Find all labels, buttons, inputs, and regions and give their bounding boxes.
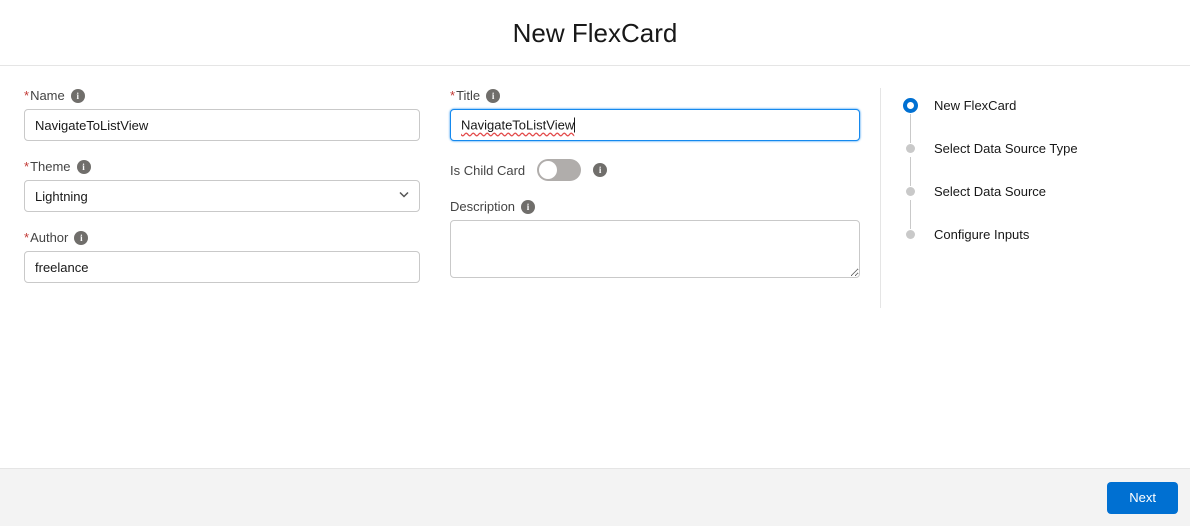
wizard-stepper: New FlexCard Select Data Source Type Sel…	[880, 88, 1078, 308]
is-child-card-label: Is Child Card	[450, 163, 525, 178]
title-input[interactable]	[450, 109, 860, 141]
required-asterisk: *	[450, 88, 455, 103]
step-marker-active	[903, 98, 918, 113]
description-field-group: Description i	[450, 199, 860, 281]
step-configure-inputs[interactable]: Configure Inputs	[903, 227, 1078, 242]
toggle-knob	[539, 161, 557, 179]
name-input[interactable]	[24, 109, 420, 141]
step-marker-inactive	[906, 144, 915, 153]
title-field-group: *Title i NavigateToListView	[450, 88, 860, 141]
right-column: *Title i NavigateToListView Is Child Car…	[440, 88, 880, 308]
step-new-flexcard[interactable]: New FlexCard	[903, 98, 1078, 141]
info-icon[interactable]: i	[77, 160, 91, 174]
title-label: *Title i	[450, 88, 860, 103]
author-input[interactable]	[24, 251, 420, 283]
info-icon[interactable]: i	[486, 89, 500, 103]
name-label-text: Name	[30, 88, 65, 103]
info-icon[interactable]: i	[521, 200, 535, 214]
modal-header: New FlexCard	[0, 0, 1190, 65]
title-input-wrap: NavigateToListView	[450, 109, 860, 141]
left-column: *Name i *Theme i Lightning *Author i	[0, 88, 440, 308]
next-button[interactable]: Next	[1107, 482, 1178, 514]
name-field-group: *Name i	[24, 88, 420, 141]
name-label: *Name i	[24, 88, 420, 103]
description-label: Description i	[450, 199, 860, 214]
step-connector	[910, 114, 911, 143]
stepper-list: New FlexCard Select Data Source Type Sel…	[903, 98, 1078, 242]
required-asterisk: *	[24, 159, 29, 174]
step-marker-inactive	[906, 187, 915, 196]
theme-label: *Theme i	[24, 159, 420, 174]
info-icon[interactable]: i	[74, 231, 88, 245]
is-child-card-field: Is Child Card i	[450, 159, 860, 181]
step-label: New FlexCard	[934, 98, 1016, 113]
theme-field-group: *Theme i Lightning	[24, 159, 420, 212]
author-field-group: *Author i	[24, 230, 420, 283]
step-connector	[910, 157, 911, 186]
modal-footer: Next	[0, 468, 1190, 526]
step-select-data-source[interactable]: Select Data Source	[903, 184, 1078, 227]
page-title: New FlexCard	[0, 18, 1190, 49]
step-select-data-source-type[interactable]: Select Data Source Type	[903, 141, 1078, 184]
step-label: Select Data Source	[934, 184, 1046, 199]
content-area: *Name i *Theme i Lightning *Author i	[0, 65, 1190, 308]
step-label: Configure Inputs	[934, 227, 1029, 242]
author-label-text: Author	[30, 230, 68, 245]
title-label-text: Title	[456, 88, 480, 103]
info-icon[interactable]: i	[71, 89, 85, 103]
step-connector	[910, 200, 911, 229]
author-label: *Author i	[24, 230, 420, 245]
required-asterisk: *	[24, 230, 29, 245]
is-child-card-toggle[interactable]	[537, 159, 581, 181]
step-marker-inactive	[906, 230, 915, 239]
theme-select-wrap: Lightning	[24, 180, 420, 212]
theme-label-text: Theme	[30, 159, 70, 174]
description-textarea[interactable]	[450, 220, 860, 278]
required-asterisk: *	[24, 88, 29, 103]
info-icon[interactable]: i	[593, 163, 607, 177]
theme-select[interactable]: Lightning	[24, 180, 420, 212]
description-label-text: Description	[450, 199, 515, 214]
step-label: Select Data Source Type	[934, 141, 1078, 156]
